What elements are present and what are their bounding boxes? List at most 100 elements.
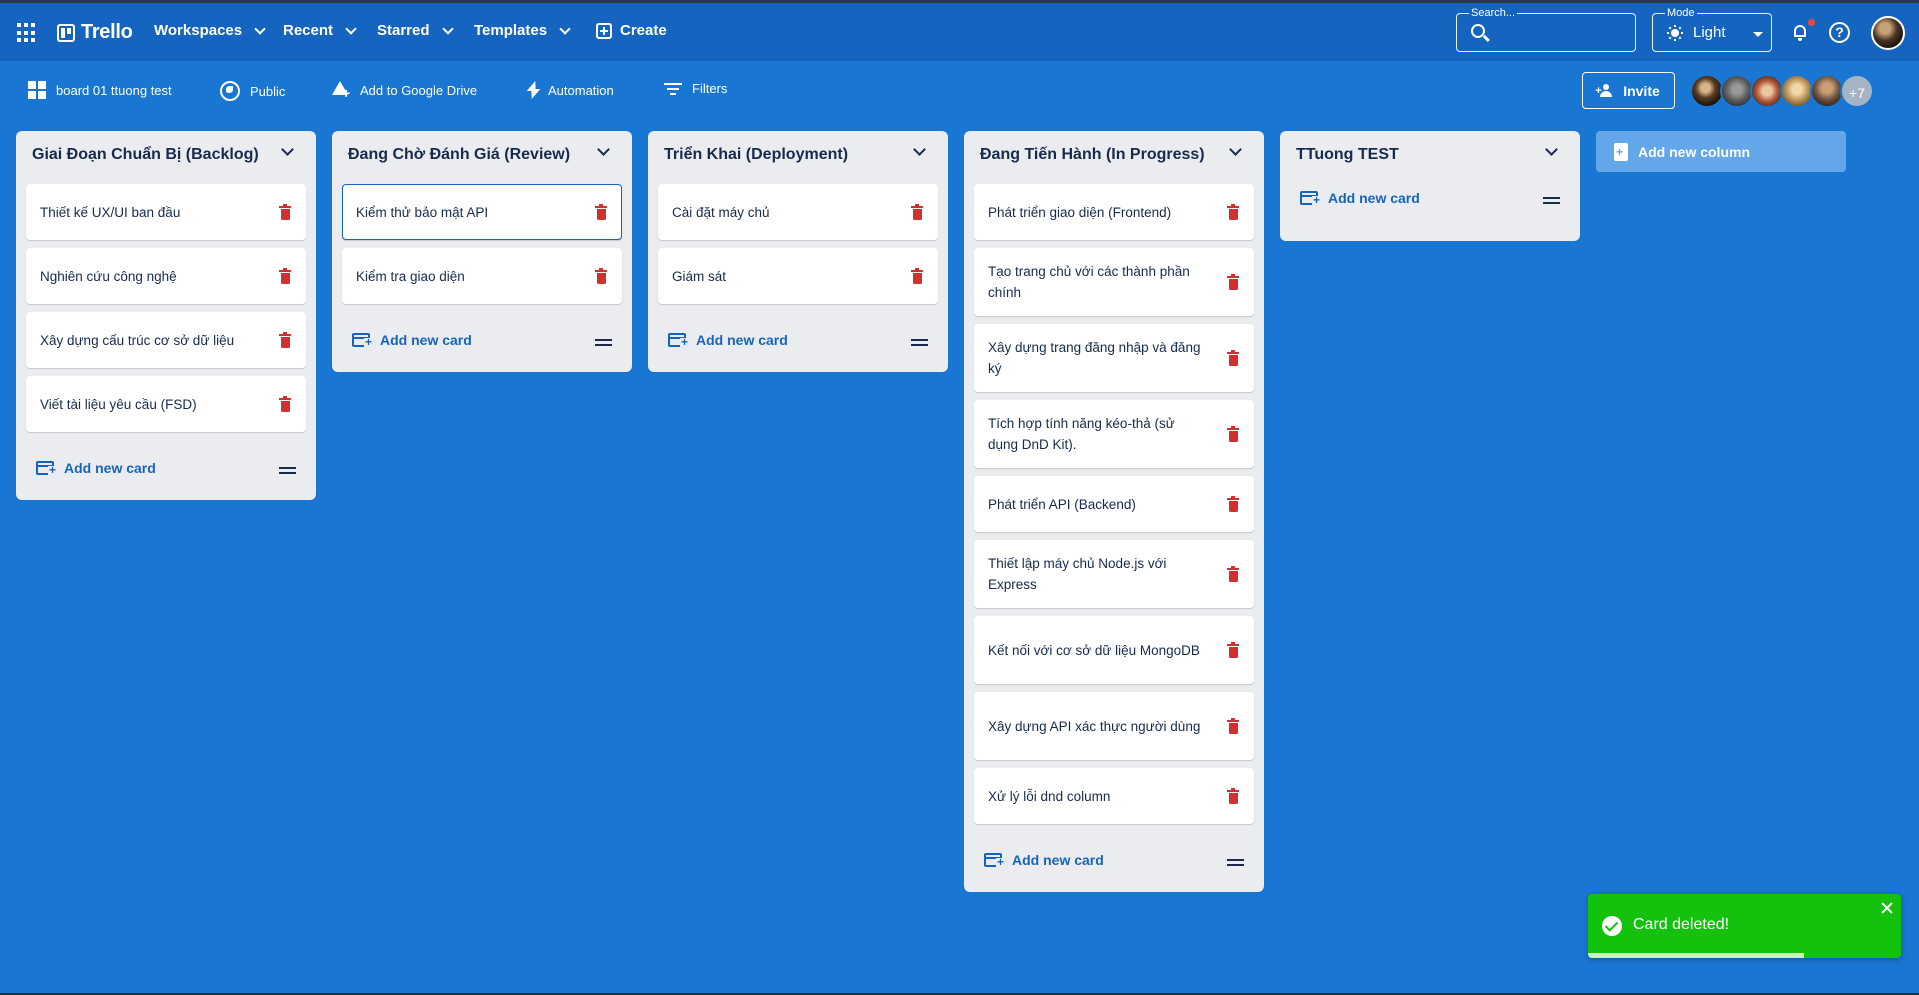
column-title[interactable]: Đang Tiến Hành (In Progress) [980, 146, 1205, 164]
column-title[interactable]: Triển Khai (Deployment) [664, 146, 848, 164]
visibility-chip[interactable]: Public [220, 81, 285, 101]
nav-recent[interactable]: Recent [283, 22, 357, 39]
column-in-progress: Đang Tiến Hành (In Progress) Phát triển … [964, 131, 1264, 892]
card-title: Kiểm tra giao diện [356, 268, 465, 284]
search-label: Search... [1469, 7, 1518, 19]
delete-icon[interactable] [911, 203, 923, 220]
drag-handle-icon[interactable] [595, 339, 612, 346]
delete-icon[interactable] [279, 395, 291, 412]
card[interactable]: Viết tài liệu yêu cầu (FSD) [26, 376, 306, 432]
card[interactable]: Xây dựng trang đăng nhập và đăng ký [974, 324, 1254, 392]
delete-icon[interactable] [1227, 425, 1239, 442]
add-card-button[interactable]: Add new card [984, 852, 1104, 868]
member-avatar[interactable] [1750, 74, 1784, 108]
delete-icon[interactable] [595, 267, 607, 284]
column-header: Triển Khai (Deployment) [648, 131, 948, 179]
card[interactable]: Kiểm thử bảo mật API [342, 184, 622, 240]
member-avatar[interactable] [1810, 74, 1844, 108]
card[interactable]: Phát triển giao diện (Frontend) [974, 184, 1254, 240]
close-icon[interactable] [1881, 902, 1893, 914]
delete-icon[interactable] [1227, 641, 1239, 658]
delete-icon[interactable] [1227, 349, 1239, 366]
chevron-down-icon[interactable] [597, 143, 610, 156]
card[interactable]: Nghiên cứu công nghệ [26, 248, 306, 304]
drag-handle-icon[interactable] [911, 339, 928, 346]
delete-icon[interactable] [595, 203, 607, 220]
mode-value: Light [1693, 24, 1726, 41]
card[interactable]: Phát triển API (Backend) [974, 476, 1254, 532]
card-list: Cài đặt máy chủ Giám sát [648, 179, 948, 304]
user-avatar[interactable] [1871, 16, 1905, 50]
card[interactable]: Kiểm tra giao diện [342, 248, 622, 304]
add-card-button[interactable]: Add new card [1300, 190, 1420, 206]
delete-icon[interactable] [1227, 565, 1239, 582]
card[interactable]: Giám sát [658, 248, 938, 304]
nav-workspaces[interactable]: Workspaces [154, 22, 266, 39]
card[interactable]: Thiết kế UX/UI ban đầu [26, 184, 306, 240]
card[interactable]: Xử lý lỗi dnd column [974, 768, 1254, 824]
search-input[interactable]: Search... [1456, 7, 1636, 52]
delete-icon[interactable] [279, 203, 291, 220]
card-title: Viết tài liệu yêu cầu (FSD) [40, 396, 197, 412]
chevron-down-icon[interactable] [281, 143, 294, 156]
card[interactable]: Kết nối với cơ sở dữ liệu MongoDB [974, 616, 1254, 684]
automation-chip[interactable]: Automation [526, 81, 614, 99]
apps-grid-icon[interactable] [17, 23, 37, 43]
add-card-button[interactable]: Add new card [668, 332, 788, 348]
member-avatar[interactable] [1690, 74, 1724, 108]
mode-select[interactable]: Mode Light [1652, 7, 1772, 52]
delete-icon[interactable] [279, 331, 291, 348]
delete-icon[interactable] [1227, 203, 1239, 220]
card[interactable]: Xây dựng API xác thực người dùng [974, 692, 1254, 760]
filters-chip[interactable]: Filters [664, 81, 727, 96]
add-card-icon [984, 853, 1006, 867]
nav-templates[interactable]: Templates [474, 22, 571, 39]
column-title[interactable]: TTuong TEST [1296, 146, 1399, 164]
create-button[interactable]: Create [596, 22, 667, 39]
google-drive-label: Add to Google Drive [360, 82, 478, 98]
more-members-badge[interactable]: +7 [1840, 74, 1874, 108]
help-icon[interactable]: ? [1829, 22, 1850, 43]
filters-label: Filters [692, 81, 728, 96]
notifications-icon[interactable] [1792, 23, 1808, 41]
chevron-down-icon[interactable] [1545, 143, 1558, 156]
board-name-chip[interactable]: board 01 ttuong test [28, 81, 172, 99]
column-backlog: Giai Đoạn Chuẩn Bị (Backlog) Thiết kế UX… [16, 131, 316, 500]
invite-button[interactable]: + Invite [1582, 72, 1675, 109]
card[interactable]: Cài đặt máy chủ [658, 184, 938, 240]
card[interactable]: Tích hợp tính năng kéo-thả (sử dụng DnD … [974, 400, 1254, 468]
column-footer: Add new card [332, 312, 632, 372]
dashboard-icon [28, 81, 46, 99]
delete-icon[interactable] [1227, 273, 1239, 290]
member-avatar[interactable] [1720, 74, 1754, 108]
chevron-down-icon[interactable] [1229, 143, 1242, 156]
nav-starred[interactable]: Starred [377, 22, 454, 39]
add-to-drive-icon [330, 81, 350, 99]
delete-icon[interactable] [911, 267, 923, 284]
member-avatar[interactable] [1780, 74, 1814, 108]
delete-icon[interactable] [1227, 717, 1239, 734]
delete-icon[interactable] [1227, 787, 1239, 804]
card-list: Kiểm thử bảo mật API Kiểm tra giao diện [332, 179, 632, 304]
card[interactable]: Tạo trang chủ với các thành phần chính [974, 248, 1254, 316]
column-title[interactable]: Đang Chờ Đánh Giá (Review) [348, 146, 570, 164]
delete-icon[interactable] [1227, 495, 1239, 512]
add-column-button[interactable]: Add new column [1596, 131, 1846, 172]
card-title: Xây dựng cấu trúc cơ sở dữ liệu [40, 332, 235, 348]
search-icon [1471, 24, 1485, 38]
add-card-icon [36, 461, 58, 475]
chevron-down-icon[interactable] [913, 143, 926, 156]
nav-templates-label: Templates [474, 22, 548, 39]
card-title: Kết nối với cơ sở dữ liệu MongoDB [988, 642, 1200, 658]
drag-handle-icon[interactable] [279, 467, 296, 474]
card[interactable]: Xây dựng cấu trúc cơ sở dữ liệu [26, 312, 306, 368]
add-card-button[interactable]: Add new card [36, 460, 156, 476]
add-card-button[interactable]: Add new card [352, 332, 472, 348]
delete-icon[interactable] [279, 267, 291, 284]
google-drive-chip[interactable]: Add to Google Drive [330, 81, 477, 99]
trello-logo[interactable]: Trello [57, 21, 133, 44]
drag-handle-icon[interactable] [1227, 859, 1244, 866]
card[interactable]: Thiết lập máy chủ Node.js với Express [974, 540, 1254, 608]
drag-handle-icon[interactable] [1543, 197, 1560, 204]
column-title[interactable]: Giai Đoạn Chuẩn Bị (Backlog) [32, 146, 259, 164]
